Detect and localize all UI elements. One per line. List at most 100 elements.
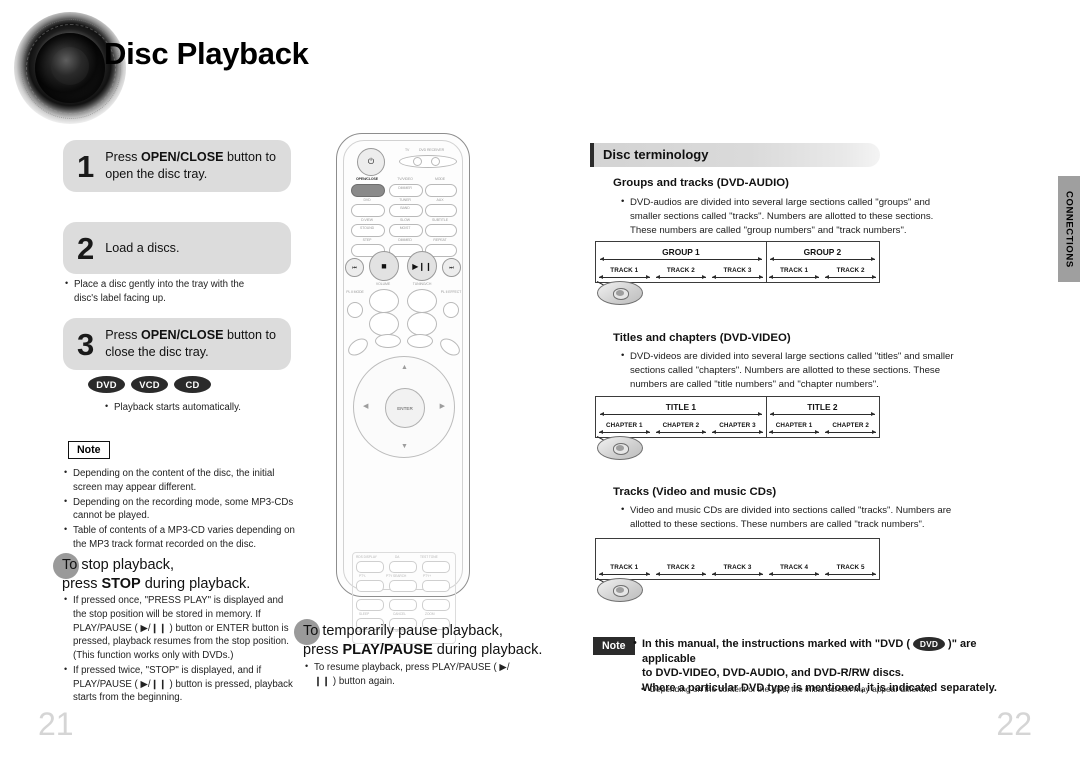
remote-control-illustration: ⏻ TV DVD RECEIVER OPEN/CLOSE TV/VIDEO DI… (336, 133, 470, 644)
info-key (407, 334, 433, 348)
group-2-span-arrow (769, 256, 876, 261)
step-1-text-pre: Press (105, 150, 141, 164)
step-3-box: 3 Press OPEN/CLOSE button to close the d… (63, 318, 291, 370)
track-box: TRACK 1 TRACK 2 TRACK 3 TRACK 4 TRACK 5 (595, 538, 880, 580)
enter-label: ENTER (397, 405, 413, 411)
chapter-label-5: CHAPTER 2 (832, 422, 869, 429)
navigation-pad: ENTER ▲ ▼ ◀ ▶ (353, 356, 455, 458)
trk-cell-1: TRACK 1 (596, 558, 653, 577)
side-tab-connections[interactable]: CONNECTIONS (1058, 176, 1080, 282)
stop-headline-post: during playback. (140, 575, 251, 592)
chapter-cell-3: CHAPTER 3 (709, 416, 766, 435)
stop-headline-line1: To stop playback, (62, 557, 175, 573)
next-icon: ⏭ (449, 264, 454, 271)
track-arrow-1 (599, 274, 650, 279)
step-3-bullet: Playback starts automatically. (105, 400, 305, 415)
step-2-number: 2 (77, 230, 95, 266)
topic-1-bullet: DVD-audios are divided into several larg… (621, 195, 961, 238)
left-note-bullet-3: Table of contents of a MP3-CD varies dep… (64, 523, 299, 552)
track-label-2: TRACK 2 (666, 267, 695, 274)
track-diagram: TRACK 1 TRACK 2 TRACK 3 TRACK 4 TRACK 5 (595, 538, 880, 594)
nav-down-icon: ▼ (401, 443, 408, 450)
disc-terminology-header: Disc terminology (590, 143, 880, 167)
chapter-arrow-2 (655, 429, 707, 434)
open-close-key (351, 184, 385, 197)
stop-bullet-2: If pressed twice, "STOP" is displayed, a… (64, 663, 298, 705)
track-cell-1: TRACK 1 (596, 261, 653, 280)
topic-3-heading: Tracks (Video and music CDs) (613, 486, 777, 498)
pl2-effect-label: PL II EFFECT (440, 290, 462, 294)
key-8 (389, 599, 417, 611)
pause-headline-line1: To temporarily pause playback, (303, 623, 503, 639)
step-3-text: Press OPEN/CLOSE button to close the dis… (105, 327, 291, 361)
key-6 (422, 580, 450, 592)
disc-icon-titles (597, 436, 643, 460)
stop-button: ■ (369, 251, 399, 281)
step-label: STEP (362, 238, 372, 242)
key-4 (356, 580, 384, 592)
badge-cd: CD (174, 376, 211, 393)
open-close-label: OPEN/CLOSE (356, 177, 378, 181)
subtitle-label: SUBTITLE (432, 218, 448, 222)
group-1-span-arrow (600, 256, 762, 261)
track-bottom-row: TRACK 1 TRACK 2 TRACK 3 TRACK 4 TRACK 5 (596, 558, 879, 577)
track-cell-3: TRACK 3 (709, 261, 766, 280)
track-arrow-4 (768, 274, 820, 279)
aux-label: AUX (436, 198, 444, 202)
stop-playback-bullets: If pressed once, "PRESS PLAY" is display… (64, 593, 298, 706)
manual-page-spread: Disc Playback 1 Press OPEN/CLOSE button … (0, 0, 1080, 763)
chapter-arrow-1 (599, 429, 650, 434)
slow-label: SLOW (400, 218, 410, 222)
chapter-label-1: CHAPTER 1 (606, 422, 643, 429)
trk-arrow-1 (599, 571, 650, 576)
page-number-left: 21 (38, 706, 74, 742)
title-2-label: TITLE 2 (807, 401, 838, 412)
power-icon: ⏻ (367, 157, 375, 166)
aux-key (425, 204, 457, 217)
chapter-label-2: CHAPTER 2 (662, 422, 700, 429)
right-note-bullet-mark: • (633, 637, 637, 649)
dimmer-label: DIMMER (398, 186, 412, 190)
pause-headline-pre: press (303, 641, 343, 658)
band-label: BAND (400, 206, 410, 210)
pause-playback-headline: To temporarily pause playback, press PLA… (294, 619, 593, 660)
chapter-cell-2: CHAPTER 2 (653, 416, 710, 435)
key-7 (356, 599, 384, 611)
trk-label-5: TRACK 5 (836, 564, 865, 571)
track-cell-4: TRACK 1 (766, 261, 823, 280)
repeat-label: REPEAT (433, 238, 447, 242)
chapter-arrow-3 (712, 429, 763, 434)
dview-label: D.VIEW (361, 218, 373, 222)
disc-icon-groups (597, 281, 643, 305)
prev-icon: ⏮ (352, 264, 357, 271)
mode-selector-strip (399, 155, 457, 168)
chapter-arrow-4 (768, 429, 820, 434)
menu-key (375, 334, 401, 348)
stop-headline-line2: press STOP during playback. (62, 575, 322, 594)
play-pause-icon: ▶❙❙ (412, 261, 432, 271)
trk-cell-4: TRACK 4 (766, 558, 823, 577)
group-cell-1: GROUP 1 (596, 242, 766, 261)
trk-arrow-3 (712, 571, 763, 576)
keypad-label-ptysearch: PTY SEARCH (386, 574, 407, 578)
left-note-block: Note (68, 440, 110, 459)
note-dvd-badge: DVD (913, 637, 946, 652)
step-3-bullets: Playback starts automatically. (105, 400, 305, 416)
pause-headline-line2: press PLAY/PAUSE during playback. (303, 641, 593, 660)
track-top-row (596, 539, 879, 558)
trk-cell-5: TRACK 5 (822, 558, 879, 577)
page-title: Disc Playback (104, 36, 309, 71)
left-note-bullet-1: Depending on the content of the disc, th… (64, 466, 299, 495)
pl2-mode-key (347, 302, 363, 318)
nav-up-icon: ▲ (401, 364, 408, 371)
pause-playback-bullets: To resume playback, press PLAY/PAUSE ( ▶… (305, 660, 520, 690)
track-label-1: TRACK 1 (610, 267, 639, 274)
trk-label-2: TRACK 2 (666, 564, 695, 571)
mode-label: MODE (434, 177, 446, 181)
track-label-5: TRACK 2 (836, 267, 865, 274)
group-2-label: GROUP 2 (803, 246, 842, 257)
topic-2-heading: Titles and chapters (DVD-VIDEO) (613, 332, 791, 344)
group-row: GROUP 1 GROUP 2 (596, 242, 879, 261)
nav-right-icon: ▶ (439, 403, 445, 410)
topic-2-bullet: DVD-videos are divided into several larg… (621, 349, 961, 392)
